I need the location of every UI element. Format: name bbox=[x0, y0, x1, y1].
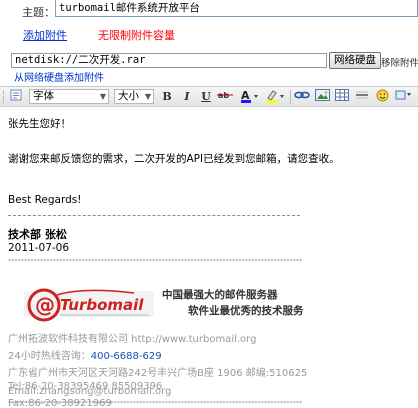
address-line: 广东省广州市天河区天河路242号丰兴广场B座 1906 邮编:510625 bbox=[8, 368, 308, 379]
font-size-value: 大小 bbox=[118, 90, 139, 102]
signature-date: 2011-07-06 bbox=[8, 242, 70, 254]
star-divider-bottom: ****************************************… bbox=[8, 401, 302, 407]
add-from-netdisk-link[interactable]: 从网络硬盘添加附件 bbox=[14, 69, 104, 84]
more-options-icon[interactable] bbox=[394, 89, 414, 105]
strikethrough-icon[interactable]: ab bbox=[217, 89, 233, 105]
signature-divider bbox=[8, 215, 300, 216]
slogan-line-2: 软件业最优秀的技术服务 bbox=[188, 305, 304, 317]
hotline-number: 400-6688-629 bbox=[90, 351, 162, 362]
hotline-label: 24小时热线咨询： bbox=[8, 351, 91, 362]
turbomail-logo: @ Turbomail bbox=[24, 285, 154, 322]
image-icon[interactable] bbox=[314, 89, 330, 105]
slogan-line-1: 中国最强大的邮件服务器 bbox=[162, 289, 278, 301]
svg-text:@: @ bbox=[35, 293, 55, 317]
svg-text:Turbomail: Turbomail bbox=[60, 296, 144, 314]
table-icon[interactable] bbox=[334, 89, 350, 105]
font-family-value: 字体 bbox=[33, 90, 54, 102]
emoticon-icon[interactable] bbox=[374, 89, 390, 105]
toolbar-separator bbox=[290, 90, 291, 104]
editor-toolbar: 字体 ▼ 大小 ▼ B I U ab A bbox=[0, 87, 418, 107]
netdisk-button[interactable]: 网络硬盘 bbox=[329, 52, 381, 69]
toolbar-grip bbox=[3, 91, 6, 103]
message-text: 谢谢您来邮反馈您的需求，二次开发的API已经发到您邮箱，请您查收。 bbox=[8, 153, 340, 165]
remove-attachment-link[interactable]: 移除附件 bbox=[381, 55, 418, 69]
unlimited-attachment-link[interactable]: 无限制附件容量 bbox=[98, 27, 175, 43]
email-line: Email:zhangsong@turbomail.org bbox=[8, 386, 172, 397]
chevron-down-icon: ▼ bbox=[144, 92, 151, 101]
link-icon[interactable] bbox=[294, 89, 310, 105]
signature-name: 技术部 张松 bbox=[8, 228, 67, 241]
subject-row: 主题： turbomail邮件系统开放平台 bbox=[0, 0, 418, 22]
company-line: 广州拓波软件科技有限公司 http://www.turbomail.org bbox=[8, 334, 257, 345]
highlight-color-icon[interactable] bbox=[266, 89, 286, 105]
bold-icon[interactable]: B bbox=[160, 89, 174, 105]
greeting-text: 张先生您好！ bbox=[8, 118, 71, 130]
italic-icon[interactable]: I bbox=[180, 89, 194, 105]
add-attachment-link[interactable]: 添加附件 bbox=[23, 27, 67, 43]
closing-text: Best Regards! bbox=[8, 194, 82, 206]
hotline-line: 24小时热线咨询：400-6688-629 bbox=[8, 347, 162, 362]
star-divider-top: ****************************************… bbox=[8, 259, 302, 265]
font-color-icon[interactable]: A bbox=[240, 89, 260, 105]
underline-icon[interactable]: U bbox=[199, 89, 213, 105]
editor-content[interactable]: 张先生您好！ 谢谢您来邮反馈您的需求，二次开发的API已经发到您邮箱，请您查收。… bbox=[0, 108, 418, 408]
source-view-icon[interactable] bbox=[9, 89, 23, 105]
rich-text-editor: 字体 ▼ 大小 ▼ B I U ab A 张先生您好！ 谢谢您来邮反馈您的需求，… bbox=[0, 86, 418, 408]
horizontal-rule-icon[interactable] bbox=[354, 89, 370, 105]
font-family-select[interactable]: 字体 ▼ bbox=[29, 89, 109, 104]
subject-input[interactable]: turbomail邮件系统开放平台 bbox=[55, 0, 418, 17]
chevron-down-icon: ▼ bbox=[99, 92, 106, 101]
subject-label: 主题： bbox=[22, 6, 55, 19]
netdisk-path-field[interactable]: netdisk://二次开发.rar bbox=[11, 53, 327, 68]
font-size-select[interactable]: 大小 ▼ bbox=[114, 89, 154, 104]
